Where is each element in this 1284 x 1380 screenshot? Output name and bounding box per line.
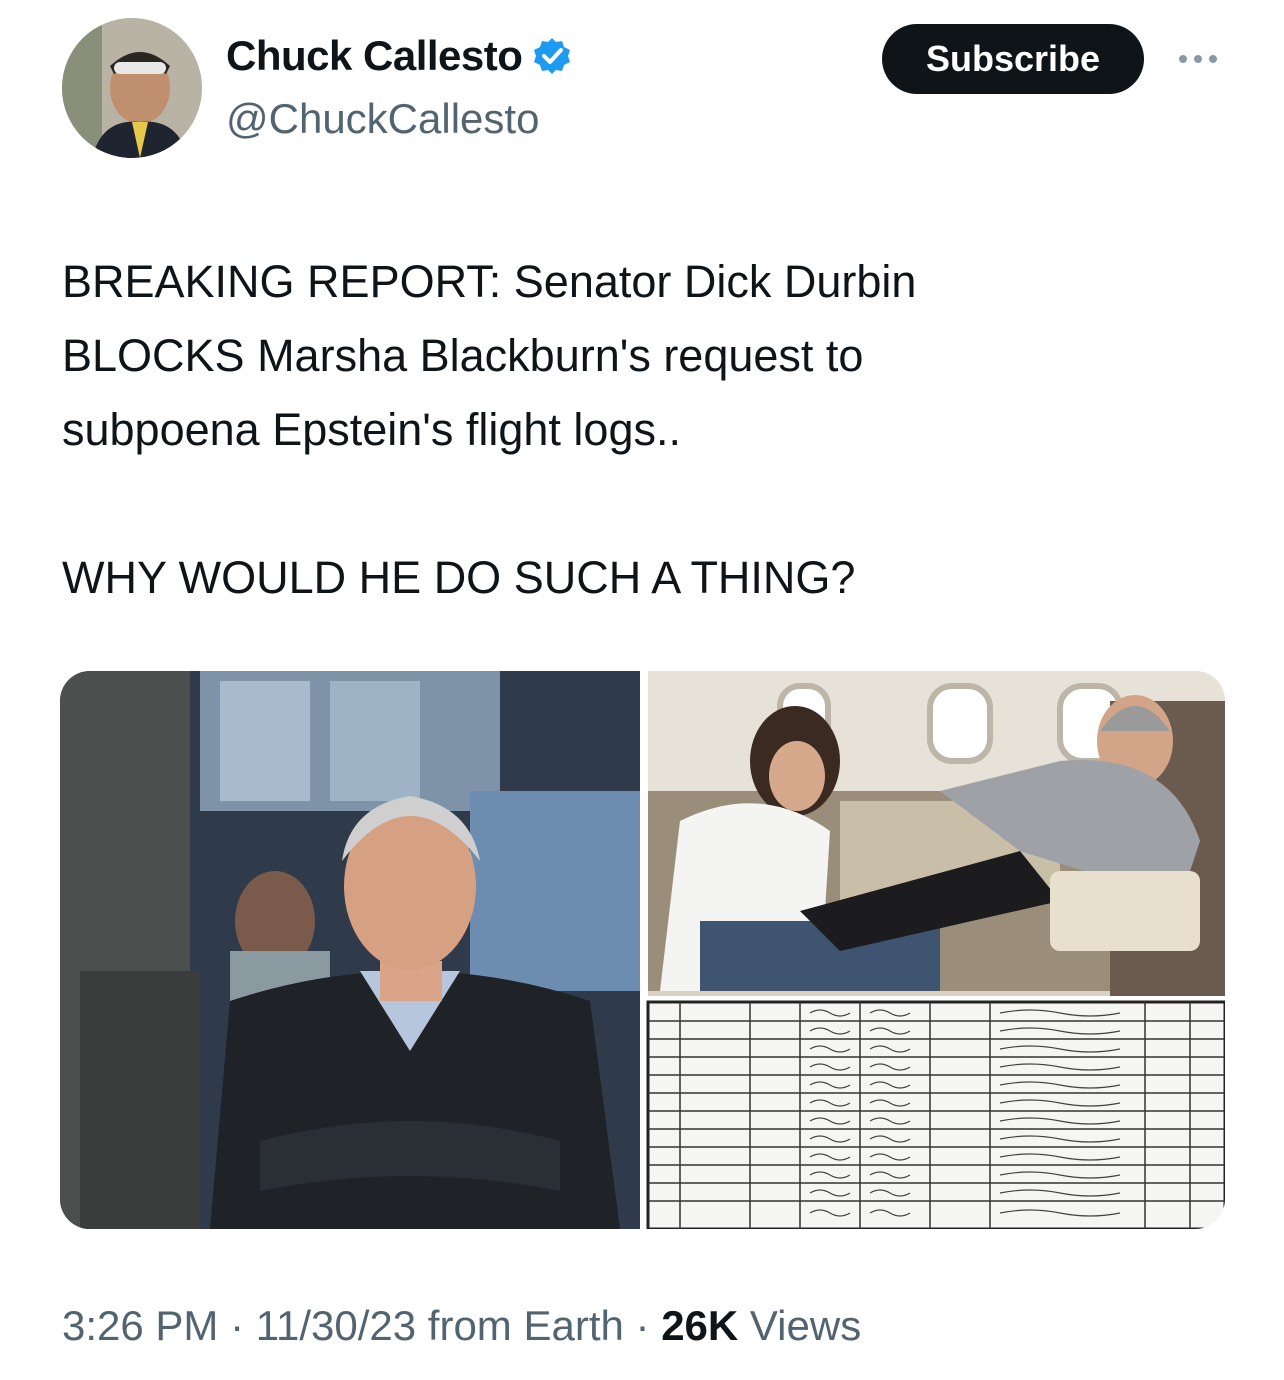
tweet-time[interactable]: 3:26 PM xyxy=(62,1302,218,1349)
tweet-media[interactable] xyxy=(60,671,1225,1229)
author-name-row[interactable]: Chuck Callesto xyxy=(226,32,572,80)
author-name[interactable]: Chuck Callesto xyxy=(226,32,523,80)
more-dot xyxy=(1209,55,1217,63)
more-dot xyxy=(1179,55,1187,63)
tweet-source: from Earth xyxy=(416,1302,624,1349)
media-photo-top-right[interactable] xyxy=(648,671,1225,996)
media-photo-left[interactable] xyxy=(60,671,640,1229)
avatar[interactable] xyxy=(62,18,202,158)
verified-badge-icon xyxy=(534,38,571,74)
tweet-date[interactable]: 11/30/23 xyxy=(256,1302,416,1349)
views-label: Views xyxy=(738,1302,862,1349)
author-handle[interactable]: @ChuckCallesto xyxy=(226,95,539,143)
meta-separator: · xyxy=(623,1302,662,1349)
tweet-meta: 3:26 PM · 11/30/23 from Earth · 26K View… xyxy=(62,1302,861,1350)
more-dot xyxy=(1194,55,1202,63)
more-horizontal-icon[interactable] xyxy=(1174,44,1222,74)
tweet-text: BREAKING REPORT: Senator Dick Durbin BLO… xyxy=(62,256,917,603)
media-flight-log-document[interactable] xyxy=(646,1000,1225,1229)
views-count[interactable]: 26K xyxy=(661,1302,738,1349)
subscribe-button[interactable]: Subscribe xyxy=(882,24,1144,94)
meta-separator: · xyxy=(218,1302,256,1349)
